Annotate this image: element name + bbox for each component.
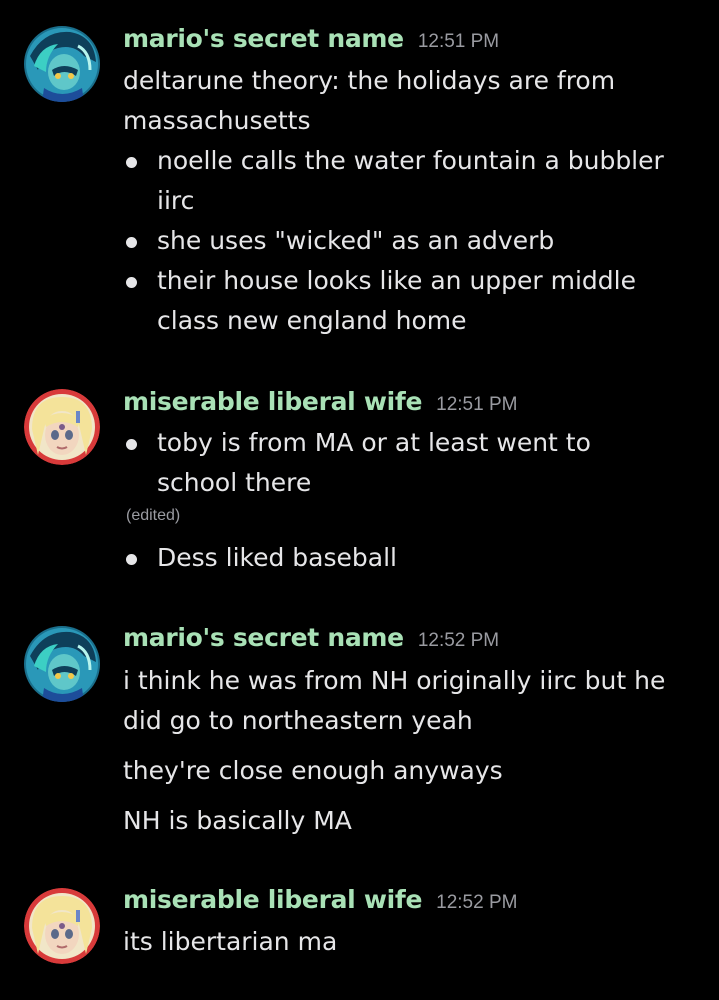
message-text: i think he was from NH originally iirc b… <box>123 666 666 695</box>
user-avatar[interactable] <box>24 888 100 964</box>
blonde-character-avatar <box>24 389 100 465</box>
bullet-icon <box>126 277 137 288</box>
bullet-icon <box>126 237 137 248</box>
list-item-text: toby is from MA or at least went to <box>157 428 591 457</box>
message-text: deltarune theory: the holidays are from <box>123 66 616 95</box>
bullet-icon <box>126 554 137 565</box>
list-item-text: iirc <box>157 186 195 215</box>
blue-haired-character-avatar <box>24 26 100 102</box>
bullet-icon <box>126 157 137 168</box>
list-item-text: Dess liked baseball <box>157 543 397 572</box>
bullet-icon <box>126 439 137 450</box>
message-header: miserable liberal wife 12:52 PM <box>123 885 517 921</box>
message-header: mario's secret name 12:51 PM <box>123 24 499 60</box>
list-item-text: school there <box>157 468 312 497</box>
list-item-text: class new england home <box>157 306 467 335</box>
chat-log: mario's secret name 12:51 PM deltarune th… <box>0 0 719 1000</box>
timestamp[interactable]: 12:51 PM <box>418 31 499 52</box>
timestamp[interactable]: 12:52 PM <box>436 892 517 913</box>
username[interactable]: mario's secret name <box>123 24 404 53</box>
username[interactable]: miserable liberal wife <box>123 387 422 416</box>
username[interactable]: mario's secret name <box>123 623 404 652</box>
message-text: massachusetts <box>123 106 311 135</box>
message-text: its libertarian ma <box>123 927 338 956</box>
message-header: miserable liberal wife 12:51 PM <box>123 387 517 423</box>
timestamp[interactable]: 12:52 PM <box>418 630 499 651</box>
list-item-text: their house looks like an upper middle <box>157 266 636 295</box>
username[interactable]: miserable liberal wife <box>123 885 422 914</box>
message-text: did go to northeastern yeah <box>123 706 473 735</box>
message-header: mario's secret name 12:52 PM <box>123 623 499 659</box>
message-text: NH is basically MA <box>123 806 352 835</box>
user-avatar[interactable] <box>24 626 100 702</box>
edited-indicator[interactable]: (edited) <box>126 507 180 525</box>
blonde-character-avatar <box>24 888 100 964</box>
list-item-text: she uses "wicked" as an adverb <box>157 226 555 255</box>
user-avatar[interactable] <box>24 389 100 465</box>
list-item-text: noelle calls the water fountain a bubble… <box>157 146 664 175</box>
user-avatar[interactable] <box>24 26 100 102</box>
message-text: they're close enough anyways <box>123 756 503 785</box>
blue-haired-character-avatar <box>24 626 100 702</box>
timestamp[interactable]: 12:51 PM <box>436 394 517 415</box>
